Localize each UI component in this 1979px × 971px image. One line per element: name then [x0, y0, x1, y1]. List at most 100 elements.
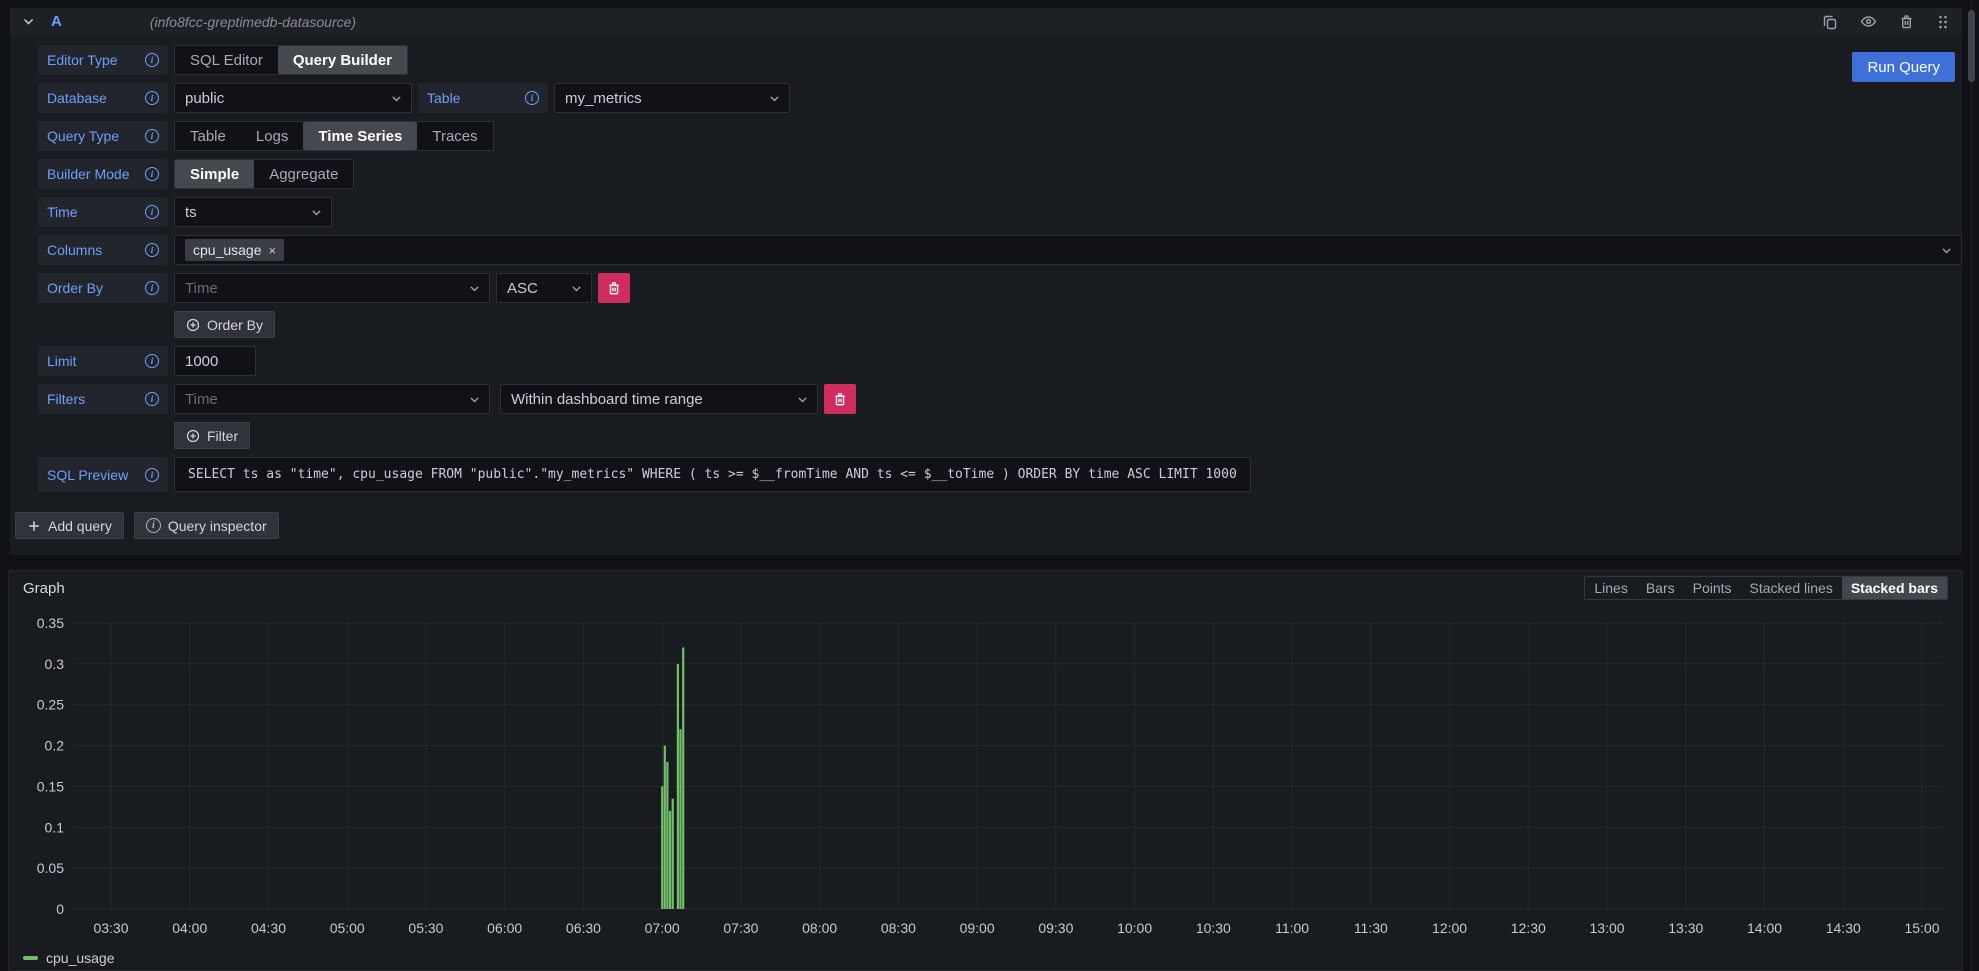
- builder-mode-label: Builder Mode i: [38, 159, 168, 189]
- add-order-by-row: Order By: [38, 311, 1962, 338]
- mode-tab-stacked-bars[interactable]: Stacked bars: [1842, 577, 1947, 599]
- builder-mode-row: Builder Mode i Simple Aggregate: [38, 159, 1962, 189]
- query-type-traces[interactable]: Traces: [417, 122, 492, 150]
- datasource-name: (info8fcc-greptimedb-datasource): [150, 14, 1822, 30]
- add-query-button[interactable]: Add query: [15, 512, 124, 539]
- draw-mode-tabs: Lines Bars Points Stacked lines Stacked …: [1584, 576, 1948, 600]
- svg-text:07:00: 07:00: [645, 920, 680, 936]
- chevron-down-icon: [796, 393, 809, 406]
- database-label: Database i: [38, 83, 168, 113]
- time-column-select[interactable]: ts: [174, 197, 332, 227]
- query-type-time-series[interactable]: Time Series: [303, 122, 417, 150]
- run-query-button[interactable]: Run Query: [1852, 52, 1955, 82]
- builder-mode-simple[interactable]: Simple: [175, 160, 254, 188]
- info-icon[interactable]: i: [145, 205, 159, 219]
- query-ref-id[interactable]: A: [51, 13, 62, 30]
- add-filter-button[interactable]: Filter: [174, 422, 250, 449]
- mode-tab-bars[interactable]: Bars: [1637, 577, 1684, 599]
- sql-preview-code: SELECT ts as "time", cpu_usage FROM "pub…: [174, 457, 1251, 492]
- plus-icon: [27, 519, 41, 533]
- table-select[interactable]: my_metrics: [554, 83, 790, 113]
- info-icon[interactable]: i: [145, 129, 159, 143]
- filter-condition-select[interactable]: Within dashboard time range: [500, 384, 818, 414]
- svg-text:0.35: 0.35: [37, 615, 64, 631]
- svg-text:06:00: 06:00: [487, 920, 522, 936]
- hide-response-eye-icon[interactable]: [1860, 13, 1877, 30]
- order-by-direction-select[interactable]: ASC: [496, 273, 592, 303]
- chevron-down-icon: [468, 393, 481, 406]
- mode-tab-points[interactable]: Points: [1684, 577, 1741, 599]
- info-icon[interactable]: i: [145, 53, 159, 67]
- chart-area: 00.050.10.150.20.250.30.3503:3004:0004:3…: [19, 605, 1952, 945]
- svg-text:10:30: 10:30: [1196, 920, 1231, 936]
- svg-text:11:30: 11:30: [1354, 920, 1388, 936]
- trash-icon: [607, 281, 621, 296]
- svg-text:15:00: 15:00: [1904, 920, 1939, 936]
- mode-tab-lines[interactable]: Lines: [1585, 577, 1636, 599]
- collapse-chevron-icon[interactable]: [22, 15, 35, 28]
- column-tag-cpu-usage[interactable]: cpu_usage ×: [185, 239, 284, 261]
- remove-order-by-button[interactable]: [598, 273, 630, 303]
- drag-handle-icon[interactable]: [1936, 14, 1950, 30]
- time-series-chart[interactable]: 00.050.10.150.20.250.30.3503:3004:0004:3…: [19, 605, 1952, 945]
- info-icon[interactable]: i: [145, 167, 159, 181]
- query-inspector-button[interactable]: i Query inspector: [134, 512, 279, 539]
- columns-multiselect[interactable]: cpu_usage ×: [174, 235, 1962, 265]
- svg-text:0.3: 0.3: [45, 656, 65, 672]
- filters-label: Filters i: [38, 384, 168, 414]
- add-order-by-button[interactable]: Order By: [174, 311, 275, 338]
- scrollbar-thumb[interactable]: [1968, 10, 1975, 82]
- sql-preview-row: SQL Preview i SELECT ts as "time", cpu_u…: [38, 457, 1962, 492]
- svg-text:14:30: 14:30: [1826, 920, 1861, 936]
- info-icon[interactable]: i: [525, 91, 539, 105]
- chevron-down-icon: [1940, 244, 1953, 257]
- info-icon[interactable]: i: [145, 354, 159, 368]
- svg-text:13:30: 13:30: [1668, 920, 1703, 936]
- query-type-row: Query Type i Table Logs Time Series Trac…: [38, 121, 1962, 151]
- graph-panel-header: Graph Lines Bars Points Stacked lines St…: [9, 571, 1962, 605]
- query-type-logs[interactable]: Logs: [241, 122, 304, 150]
- legend-series-label[interactable]: cpu_usage: [46, 950, 115, 966]
- svg-text:09:00: 09:00: [960, 920, 995, 936]
- editor-type-sql-editor[interactable]: SQL Editor: [175, 46, 278, 74]
- svg-text:08:00: 08:00: [802, 920, 837, 936]
- info-circle-icon: i: [146, 518, 161, 533]
- svg-text:0.2: 0.2: [45, 738, 65, 754]
- info-icon[interactable]: i: [145, 281, 159, 295]
- builder-mode-aggregate[interactable]: Aggregate: [254, 160, 353, 188]
- mode-tab-stacked-lines[interactable]: Stacked lines: [1741, 577, 1842, 599]
- svg-text:0.25: 0.25: [37, 697, 64, 713]
- time-row: Time i ts: [38, 197, 1962, 227]
- svg-text:04:30: 04:30: [251, 920, 286, 936]
- query-type-table[interactable]: Table: [175, 122, 241, 150]
- remove-query-trash-icon[interactable]: [1899, 14, 1914, 30]
- editor-type-query-builder[interactable]: Query Builder: [278, 46, 407, 74]
- info-icon[interactable]: i: [145, 468, 159, 482]
- order-by-row: Order By i Time ASC: [38, 273, 1962, 303]
- add-filter-row: Filter: [38, 422, 1962, 449]
- remove-tag-icon[interactable]: ×: [269, 244, 277, 257]
- limit-label: Limit i: [38, 346, 168, 376]
- svg-text:12:30: 12:30: [1511, 920, 1546, 936]
- info-icon[interactable]: i: [145, 392, 159, 406]
- sql-preview-label: SQL Preview i: [38, 457, 168, 492]
- order-by-field-select[interactable]: Time: [174, 273, 490, 303]
- columns-row: Columns i cpu_usage ×: [38, 235, 1962, 265]
- editor-type-label: Editor Type i: [38, 45, 168, 75]
- filter-field-select[interactable]: Time: [174, 384, 490, 414]
- legend: cpu_usage: [9, 945, 1962, 971]
- builder-mode-toggle: Simple Aggregate: [174, 159, 354, 189]
- svg-text:09:30: 09:30: [1038, 920, 1073, 936]
- limit-input[interactable]: [174, 346, 256, 376]
- svg-text:0.1: 0.1: [45, 819, 65, 835]
- info-icon[interactable]: i: [145, 243, 159, 257]
- query-row-header[interactable]: A (info8fcc-greptimedb-datasource): [10, 8, 1962, 35]
- remove-filter-button[interactable]: [824, 384, 856, 414]
- svg-text:12:00: 12:00: [1432, 920, 1467, 936]
- info-icon[interactable]: i: [145, 91, 159, 105]
- svg-text:06:30: 06:30: [566, 920, 601, 936]
- chevron-down-icon: [310, 206, 323, 219]
- database-select[interactable]: public: [174, 83, 412, 113]
- duplicate-query-icon[interactable]: [1822, 14, 1838, 30]
- svg-text:13:00: 13:00: [1590, 920, 1625, 936]
